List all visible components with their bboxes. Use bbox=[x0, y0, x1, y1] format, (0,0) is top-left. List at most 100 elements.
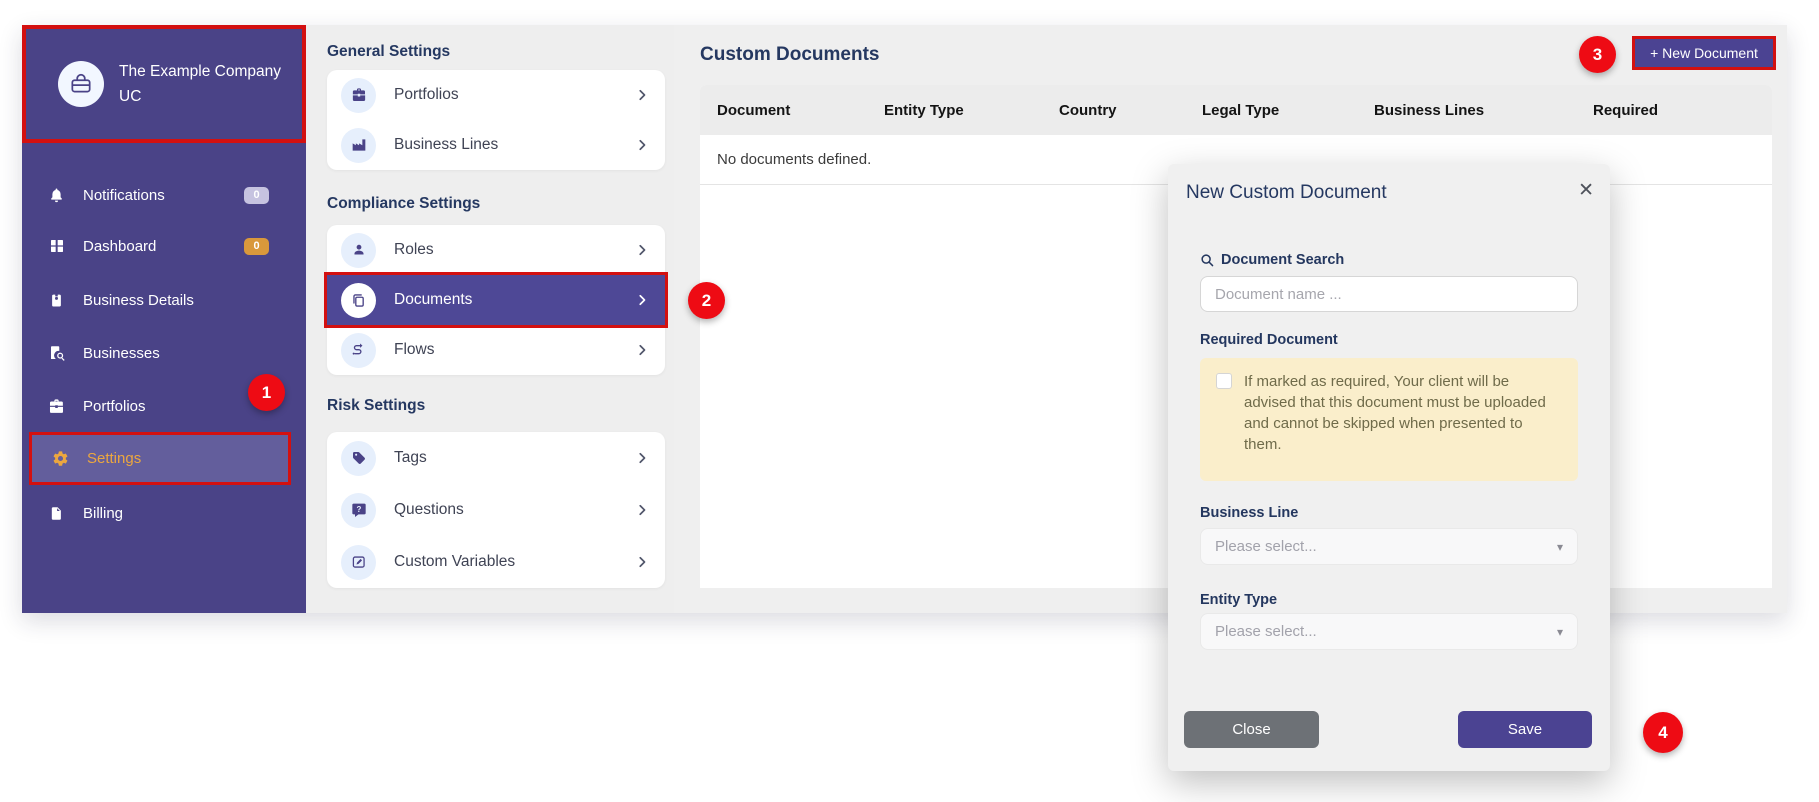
modal-title: New Custom Document bbox=[1186, 182, 1387, 203]
sidebar-item-label: Portfolios bbox=[83, 397, 146, 415]
id-card-icon bbox=[47, 292, 66, 309]
caret-down-icon: ▾ bbox=[1556, 539, 1563, 554]
menu-item-questions[interactable]: ? Questions bbox=[327, 484, 665, 536]
menu-item-label: Tags bbox=[394, 449, 427, 466]
menu-item-tags[interactable]: Tags bbox=[327, 432, 665, 484]
avatar bbox=[58, 61, 104, 107]
column-header-business-lines: Business Lines bbox=[1374, 101, 1485, 119]
risk-settings-card: Tags ? Questions Custom Variables bbox=[327, 432, 665, 588]
page-title: Custom Documents bbox=[700, 44, 880, 65]
column-header-document: Document bbox=[717, 101, 791, 119]
required-checkbox[interactable] bbox=[1216, 373, 1232, 389]
menu-item-label: Roles bbox=[394, 241, 434, 258]
sidebar-item-label: Billing bbox=[83, 504, 124, 522]
business-line-label: Business Line bbox=[1200, 505, 1299, 521]
settings-highlight-box: Settings bbox=[29, 432, 291, 485]
chevron-right-icon bbox=[636, 452, 648, 464]
required-note-text: If marked as required, Your client will … bbox=[1244, 373, 1546, 453]
chevron-right-icon bbox=[636, 504, 648, 516]
documents-icon bbox=[341, 282, 376, 318]
briefcase-icon bbox=[68, 71, 94, 97]
sidebar-item-label: Settings bbox=[87, 450, 142, 467]
close-button[interactable]: Close bbox=[1184, 711, 1319, 748]
flow-icon bbox=[341, 332, 376, 368]
close-icon[interactable]: ✕ bbox=[1578, 179, 1594, 202]
menu-item-custom-variables[interactable]: Custom Variables bbox=[327, 536, 665, 588]
sidebar-item-label: Business Details bbox=[83, 291, 194, 309]
business-line-select[interactable]: Please select... ▾ bbox=[1200, 528, 1578, 565]
compliance-settings-card: Roles Documents Flows bbox=[324, 225, 668, 375]
sidebar-item-dashboard[interactable]: Dashboard 0 bbox=[22, 232, 306, 260]
entity-type-select[interactable]: Please select... ▾ bbox=[1200, 613, 1578, 650]
menu-item-flows[interactable]: Flows bbox=[327, 325, 665, 375]
briefcase-icon bbox=[47, 398, 66, 415]
menu-item-label: Business Lines bbox=[394, 136, 499, 153]
chevron-right-icon bbox=[636, 89, 648, 101]
column-header-country: Country bbox=[1059, 101, 1117, 119]
annotation-step-3: 3 bbox=[1579, 36, 1616, 73]
menu-item-label: Questions bbox=[394, 501, 464, 518]
chevron-right-icon bbox=[636, 244, 648, 256]
dashboard-count-badge: 0 bbox=[244, 237, 269, 255]
sidebar-item-label: Businesses bbox=[83, 344, 160, 362]
user-icon bbox=[341, 232, 376, 268]
edit-icon bbox=[341, 544, 376, 580]
annotation-step-1: 1 bbox=[248, 374, 285, 411]
chevron-right-icon bbox=[636, 294, 648, 306]
menu-item-label: Custom Variables bbox=[394, 553, 516, 570]
sidebar-item-notifications[interactable]: Notifications 0 bbox=[22, 181, 306, 209]
new-document-highlight-box: + New Document bbox=[1632, 36, 1776, 70]
notifications-count-badge: 0 bbox=[244, 186, 269, 204]
menu-item-roles[interactable]: Roles bbox=[327, 225, 665, 275]
dashboard-icon bbox=[47, 238, 66, 254]
question-bubble-icon: ? bbox=[341, 492, 376, 528]
save-button[interactable]: Save bbox=[1458, 711, 1592, 748]
sidebar-item-settings[interactable]: Settings bbox=[32, 435, 288, 482]
required-note-box: If marked as required, Your client will … bbox=[1200, 358, 1578, 481]
sidebar-item-billing[interactable]: Billing bbox=[22, 499, 306, 527]
annotation-step-4: 4 bbox=[1643, 712, 1683, 753]
chevron-right-icon bbox=[636, 556, 648, 568]
menu-item-label: Flows bbox=[394, 341, 435, 358]
gear-icon bbox=[51, 450, 70, 467]
sidebar-item-business-details[interactable]: Business Details bbox=[22, 286, 306, 314]
required-document-label: Required Document bbox=[1200, 332, 1338, 348]
caret-down-icon: ▾ bbox=[1556, 624, 1563, 639]
menu-item-label: Portfolios bbox=[394, 86, 459, 103]
sidebar-item-businesses[interactable]: Businesses bbox=[22, 339, 306, 367]
invoice-icon bbox=[47, 505, 66, 522]
company-header-highlight[interactable]: The Example Company UC bbox=[22, 25, 306, 143]
chevron-right-icon bbox=[636, 344, 648, 356]
settings-menu-panel: General Settings Portfolios Business Lin… bbox=[306, 25, 674, 613]
menu-item-business-lines[interactable]: Business Lines bbox=[327, 120, 665, 170]
briefcase-icon bbox=[341, 77, 376, 113]
new-document-button[interactable]: + New Document bbox=[1635, 39, 1773, 67]
menu-item-label: Documents bbox=[394, 291, 473, 308]
svg-text:?: ? bbox=[356, 505, 361, 514]
menu-item-portfolios[interactable]: Portfolios bbox=[327, 70, 665, 120]
sidebar-item-label: Notifications bbox=[83, 186, 165, 204]
section-title-general: General Settings bbox=[327, 43, 451, 60]
factory-icon bbox=[341, 127, 376, 163]
company-name: The Example Company UC bbox=[119, 63, 281, 105]
annotation-step-2: 2 bbox=[688, 282, 725, 319]
bell-icon bbox=[47, 187, 66, 204]
menu-item-documents[interactable]: Documents bbox=[324, 272, 668, 328]
table-header-row: Document Entity Type Country Legal Type … bbox=[700, 85, 1772, 135]
sidebar: The Example Company UC Notifications 0 D… bbox=[22, 25, 306, 613]
document-search-input[interactable] bbox=[1200, 276, 1578, 312]
column-header-entity-type: Entity Type bbox=[884, 101, 964, 119]
search-icon bbox=[1200, 253, 1214, 267]
building-search-icon bbox=[47, 344, 66, 362]
chevron-right-icon bbox=[636, 139, 648, 151]
tag-icon bbox=[341, 440, 376, 476]
entity-type-label: Entity Type bbox=[1200, 592, 1278, 608]
sidebar-item-label: Dashboard bbox=[83, 237, 157, 255]
column-header-legal-type: Legal Type bbox=[1202, 101, 1280, 119]
section-title-compliance: Compliance Settings bbox=[327, 195, 481, 212]
section-title-risk: Risk Settings bbox=[327, 397, 426, 414]
column-header-required: Required bbox=[1593, 101, 1659, 119]
new-custom-document-modal: New Custom Document ✕ Document Search Re… bbox=[1168, 164, 1610, 771]
document-search-label: Document Search bbox=[1200, 252, 1344, 268]
general-settings-card: Portfolios Business Lines bbox=[327, 70, 665, 170]
